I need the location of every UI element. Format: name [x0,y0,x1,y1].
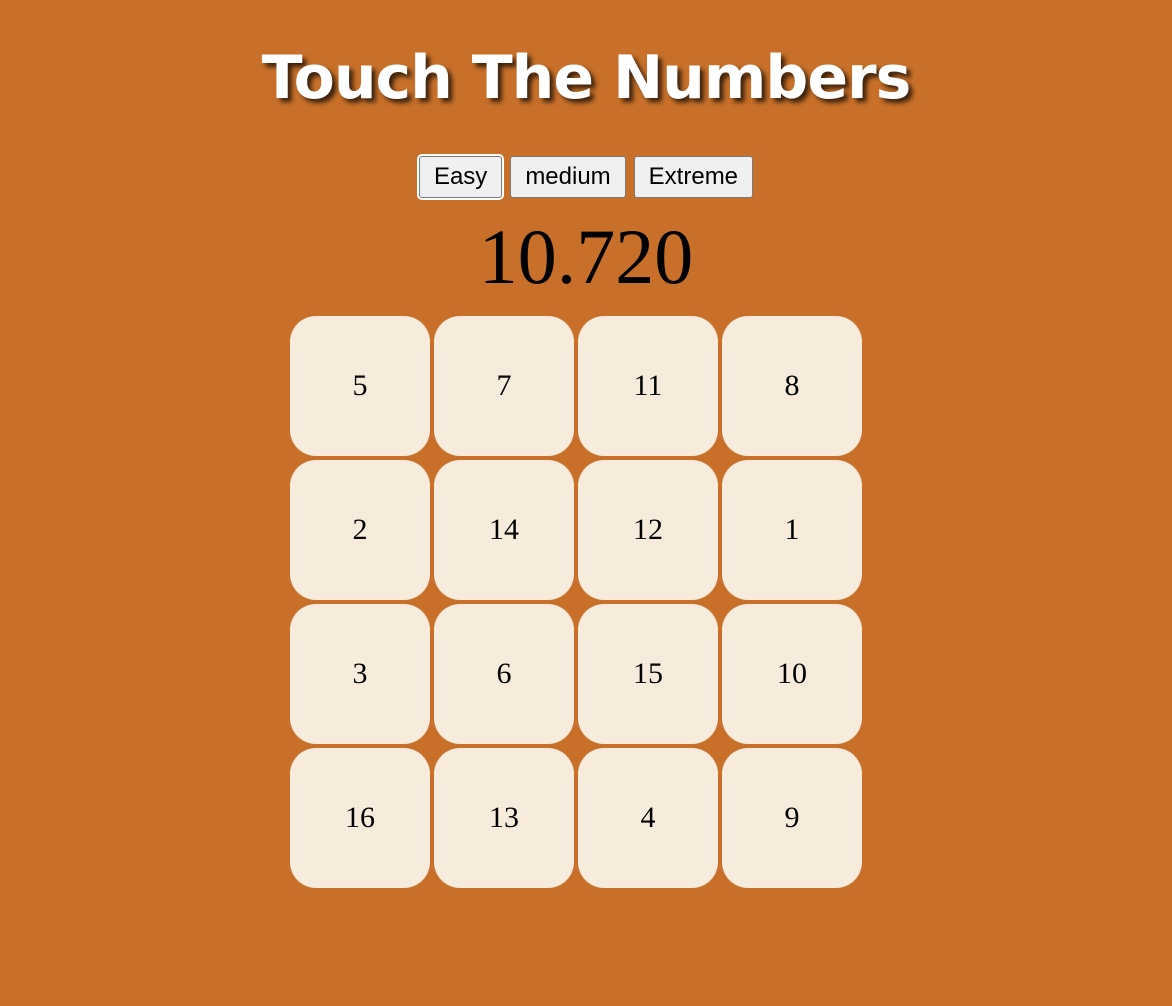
easy-button[interactable]: Easy [416,154,505,200]
timer-display: 10.720 [478,213,694,300]
number-tile[interactable]: 1 [722,460,862,600]
number-tile[interactable]: 5 [290,316,430,456]
number-tile[interactable]: 13 [434,748,574,888]
difficulty-selector: Easy medium Extreme [0,154,1172,200]
number-tile[interactable]: 16 [290,748,430,888]
number-tile[interactable]: 10 [722,604,862,744]
extreme-button[interactable]: Extreme [633,156,754,198]
number-tile[interactable]: 6 [434,604,574,744]
number-tile[interactable]: 14 [434,460,574,600]
medium-button[interactable]: medium [510,156,626,198]
number-tile[interactable]: 2 [290,460,430,600]
number-tile[interactable]: 9 [722,748,862,888]
number-tile[interactable]: 4 [578,748,718,888]
number-tile[interactable]: 11 [578,316,718,456]
number-tile[interactable]: 7 [434,316,574,456]
number-tile[interactable]: 15 [578,604,718,744]
game-title: Touch The Numbers [261,43,912,113]
number-grid: 5 7 11 8 2 14 12 1 3 6 15 10 16 13 4 9 [290,316,862,888]
number-tile[interactable]: 8 [722,316,862,456]
number-tile[interactable]: 12 [578,460,718,600]
number-tile[interactable]: 3 [290,604,430,744]
